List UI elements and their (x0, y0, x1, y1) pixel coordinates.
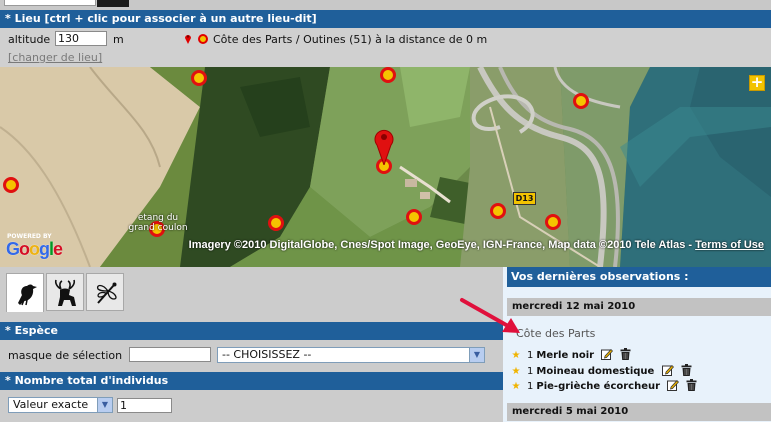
star-icon: ★ (511, 381, 521, 392)
map-zoom-in-button[interactable]: + (749, 75, 765, 91)
road-sign-d13: D13 (513, 192, 536, 205)
terms-of-use-link[interactable]: Terms of Use (695, 239, 764, 251)
map-marker[interactable] (268, 215, 284, 231)
espece-header: * Espèce (0, 322, 503, 340)
observation-item: ★ 1 Pie-grièche écorcheur (509, 379, 697, 393)
espece-select[interactable]: -- CHOISISSEZ -- ▼ (217, 347, 485, 363)
marker-dot-icon (198, 34, 208, 44)
map-marker[interactable] (380, 67, 396, 83)
place-text: Côte des Parts / Outines (51) à la dista… (213, 33, 488, 46)
map-label-etang: etang du grand coulon (128, 213, 188, 233)
annotation-arrow-icon (460, 298, 520, 333)
altitude-label: altitude (8, 33, 51, 46)
copyright-text: Imagery ©2010 DigitalGlobe, Cnes/Spot Im… (188, 239, 696, 251)
observation-name: Pie-grièche écorcheur (536, 381, 661, 392)
taxon-tabs (0, 267, 503, 312)
edit-icon[interactable] (601, 348, 614, 360)
star-icon: ★ (511, 366, 521, 377)
lieu-header: * Lieu [ctrl + clic pour associer à un a… (0, 10, 771, 28)
nombre-header: * Nombre total d'individus (0, 372, 503, 390)
observation-item: ★ 1 Merle noir (509, 348, 631, 362)
count-input[interactable]: 1 (117, 398, 172, 413)
map-marker[interactable] (573, 93, 589, 109)
observation-item: ★ 1 Moineau domestique (509, 364, 692, 378)
satellite-map[interactable]: + etang du grand coulon D13 POWERED BY G… (0, 67, 771, 267)
observation-date: mercredi 5 mai 2010 (507, 403, 771, 421)
google-letter: o (19, 239, 30, 259)
map-pin-icon (185, 35, 191, 44)
observation-name: Moineau domestique (536, 366, 655, 377)
masque-input[interactable] (129, 347, 211, 362)
espece-select-value: -- CHOISISSEZ -- (222, 348, 312, 361)
lieu-panel: altitude 130 m Côte des Parts / Outines … (0, 28, 771, 67)
tab-mammiferes[interactable] (46, 273, 84, 311)
observations-panel: Vos dernières observations : mercredi 12… (503, 267, 771, 422)
top-search-field[interactable] (4, 0, 96, 6)
trash-icon[interactable] (620, 348, 631, 360)
map-copyright: Imagery ©2010 DigitalGlobe, Cnes/Spot Im… (189, 239, 764, 251)
change-place-link[interactable]: [changer de lieu] (8, 51, 102, 64)
tab-oiseaux[interactable] (6, 273, 44, 312)
top-strip (0, 0, 771, 10)
masque-label: masque de sélection (8, 349, 123, 362)
observation-name: Merle noir (536, 350, 595, 361)
tab-insectes[interactable] (86, 273, 124, 311)
map-marker[interactable] (191, 70, 207, 86)
google-logo: Google (6, 239, 63, 260)
espece-panel: masque de sélection -- CHOISISSEZ -- ▼ (0, 340, 503, 372)
trash-icon[interactable] (686, 379, 697, 391)
deer-icon (54, 279, 76, 306)
observation-qty: 1 (527, 381, 534, 392)
map-marker[interactable] (3, 177, 19, 193)
dragonfly-icon (96, 282, 117, 304)
map-marker[interactable] (545, 214, 561, 230)
map-pin-icon (374, 129, 394, 165)
observations-header: Vos dernières observations : (507, 267, 771, 287)
map-marker[interactable] (490, 203, 506, 219)
star-icon: ★ (511, 350, 521, 361)
trash-icon[interactable] (681, 364, 692, 376)
valeur-select[interactable]: Valeur exacte ▼ (8, 397, 113, 413)
edit-icon[interactable] (661, 364, 674, 376)
bird-icon (18, 284, 37, 306)
google-letter: o (29, 239, 40, 259)
top-button[interactable] (97, 0, 129, 7)
google-letter: G (6, 239, 20, 259)
chevron-down-icon[interactable]: ▼ (97, 398, 112, 412)
google-letter: g (39, 239, 50, 259)
google-letter: e (53, 239, 63, 259)
observation-qty: 1 (527, 366, 534, 377)
altitude-input[interactable]: 130 (55, 31, 107, 46)
valeur-select-value: Valeur exacte (13, 398, 89, 411)
observation-qty: 1 (527, 350, 534, 361)
edit-icon[interactable] (667, 379, 680, 391)
map-marker[interactable] (406, 209, 422, 225)
observation-date: mercredi 12 mai 2010 (507, 298, 771, 316)
nombre-panel: Valeur exacte ▼ 1 (0, 390, 503, 422)
altitude-unit: m (113, 33, 124, 46)
chevron-down-icon[interactable]: ▼ (469, 348, 484, 362)
